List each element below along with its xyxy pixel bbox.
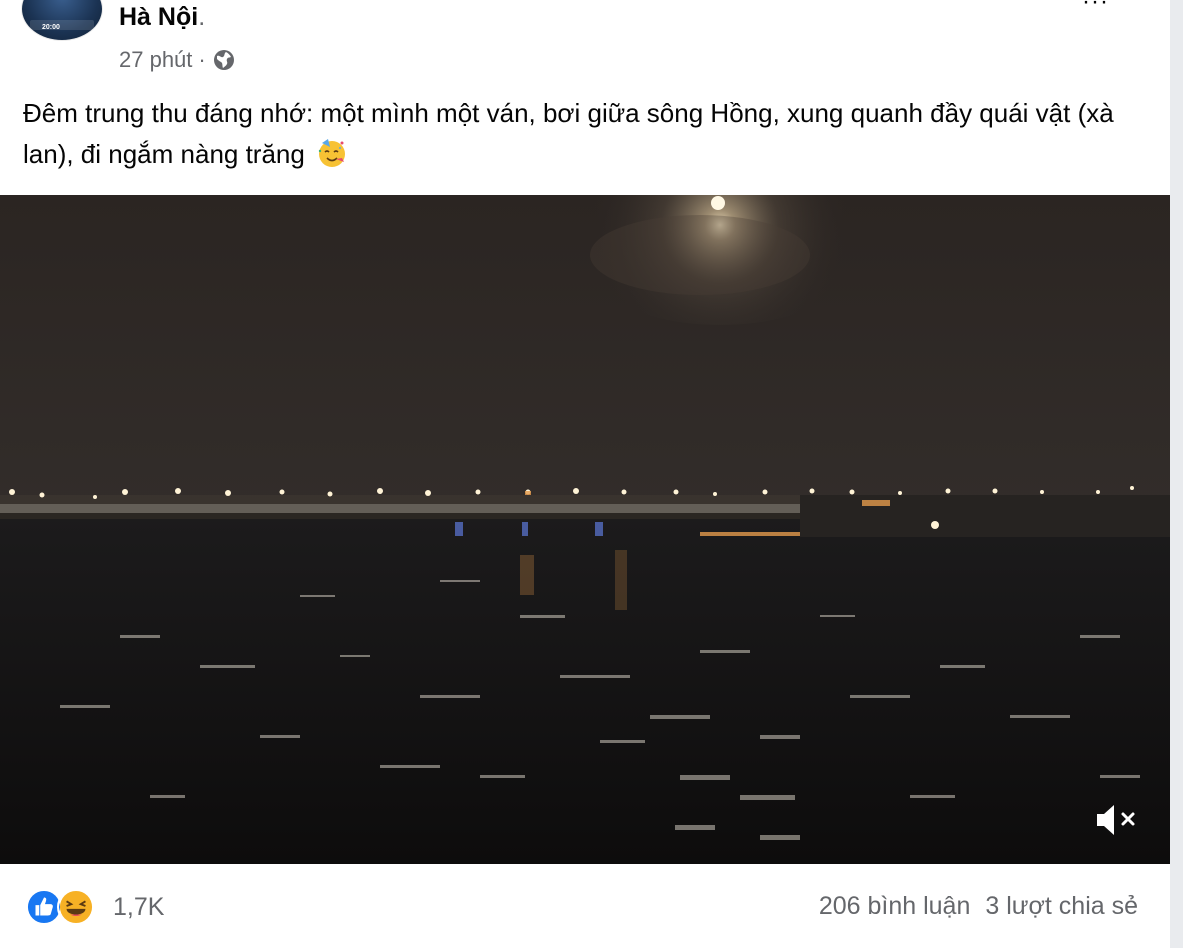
partying-face-emoji-icon xyxy=(318,139,346,167)
shares-count[interactable]: 3 lượt chia sẻ xyxy=(985,892,1138,921)
post-text: Đêm trung thu đáng nhớ: một mình một ván… xyxy=(23,93,1143,175)
more-options-icon[interactable]: ··· xyxy=(1082,0,1109,16)
author-punct: . xyxy=(198,3,206,31)
speaker-muted-icon[interactable] xyxy=(1093,800,1141,840)
video-player[interactable] xyxy=(0,195,1170,864)
engagement-counts: 206 bình luận 3 lượt chia sẻ xyxy=(819,892,1138,921)
meta-separator: · xyxy=(198,47,206,72)
globe-icon[interactable] xyxy=(212,48,236,72)
post-footer: 1,7K 206 bình luận 3 lượt chia sẻ xyxy=(0,864,1170,948)
post-message: Đêm trung thu đáng nhớ: một mình một ván… xyxy=(23,98,1114,169)
haha-icon xyxy=(57,888,95,926)
author-location[interactable]: Hà Nội xyxy=(119,3,198,31)
post-meta: 27 phút · xyxy=(119,47,236,73)
avatar-stripe xyxy=(30,20,94,30)
author-name[interactable]: Hà Nội. xyxy=(119,3,205,32)
page-background-gutter xyxy=(1170,0,1183,948)
reaction-count[interactable]: 1,7K xyxy=(113,893,164,922)
post-timestamp[interactable]: 27 phút xyxy=(119,47,192,73)
avatar-badge-text: 20:00 xyxy=(42,24,60,31)
video-frame xyxy=(0,195,1170,864)
post-card: 20:00 Hà Nội. ··· 27 phút · Đêm trung th… xyxy=(0,0,1170,948)
author-avatar[interactable]: 20:00 xyxy=(22,0,102,40)
comments-count[interactable]: 206 bình luận xyxy=(819,892,971,921)
reaction-summary[interactable]: 1,7K xyxy=(25,888,164,926)
